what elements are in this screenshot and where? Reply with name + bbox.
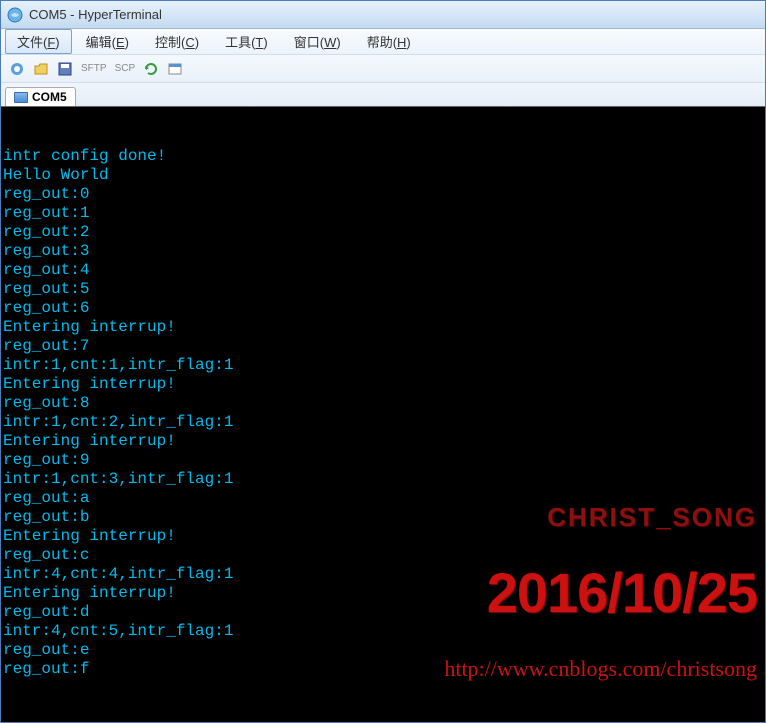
terminal-line: intr config done! <box>3 147 763 166</box>
tool-open-icon[interactable] <box>31 59 51 79</box>
titlebar: COM5 - HyperTerminal <box>1 1 765 29</box>
terminal-line: reg_out:1 <box>3 204 763 223</box>
terminal-line: intr:1,cnt:2,intr_flag:1 <box>3 413 763 432</box>
toolbar: SFTP SCP <box>1 55 765 83</box>
terminal-line: reg_out:a <box>3 489 763 508</box>
tab-com5[interactable]: COM5 <box>5 87 76 106</box>
app-window: COM5 - HyperTerminal 文件(F) 编辑(E) 控制(C) 工… <box>0 0 766 723</box>
terminal-line: reg_out:8 <box>3 394 763 413</box>
terminal-line: Entering interrup! <box>3 375 763 394</box>
menu-window[interactable]: 窗口(W) <box>282 29 353 54</box>
terminal-line: reg_out:e <box>3 641 763 660</box>
terminal-line: Entering interrup! <box>3 432 763 451</box>
terminal-line: reg_out:f <box>3 660 763 679</box>
terminal-line: intr:1,cnt:1,intr_flag:1 <box>3 356 763 375</box>
tab-label: COM5 <box>32 90 67 104</box>
window-title: COM5 - HyperTerminal <box>29 7 162 22</box>
menu-file[interactable]: 文件(F) <box>5 29 72 54</box>
terminal-line: intr:4,cnt:4,intr_flag:1 <box>3 565 763 584</box>
terminal-line: reg_out:b <box>3 508 763 527</box>
terminal-line: reg_out:4 <box>3 261 763 280</box>
tool-scp[interactable]: SCP <box>113 63 138 74</box>
terminal-line: reg_out:7 <box>3 337 763 356</box>
terminal-line: Entering interrup! <box>3 318 763 337</box>
terminal-line: reg_out:d <box>3 603 763 622</box>
terminal-line: reg_out:9 <box>3 451 763 470</box>
menu-tools[interactable]: 工具(T) <box>213 29 280 54</box>
terminal-line: Entering interrup! <box>3 584 763 603</box>
app-icon <box>7 7 23 23</box>
terminal-line: Entering interrup! <box>3 527 763 546</box>
tool-refresh-icon[interactable] <box>141 59 161 79</box>
terminal-line: intr:4,cnt:5,intr_flag:1 <box>3 622 763 641</box>
tool-new-icon[interactable] <box>7 59 27 79</box>
terminal-line: reg_out:0 <box>3 185 763 204</box>
terminal-output[interactable]: intr config done!Hello Worldreg_out:0reg… <box>1 107 765 722</box>
menu-edit[interactable]: 编辑(E) <box>74 29 141 54</box>
terminal-line: Hello World <box>3 166 763 185</box>
menu-control[interactable]: 控制(C) <box>143 29 211 54</box>
menubar: 文件(F) 编辑(E) 控制(C) 工具(T) 窗口(W) 帮助(H) <box>1 29 765 55</box>
tool-save-icon[interactable] <box>55 59 75 79</box>
terminal-line: intr:1,cnt:3,intr_flag:1 <box>3 470 763 489</box>
terminal-icon <box>14 92 28 103</box>
terminal-line: reg_out:3 <box>3 242 763 261</box>
terminal-line: reg_out:5 <box>3 280 763 299</box>
terminal-line: reg_out:c <box>3 546 763 565</box>
tool-properties-icon[interactable] <box>165 59 185 79</box>
tool-sftp[interactable]: SFTP <box>79 63 109 74</box>
menu-help[interactable]: 帮助(H) <box>355 29 423 54</box>
terminal-line: reg_out:2 <box>3 223 763 242</box>
tabbar: COM5 <box>1 83 765 107</box>
terminal-line: reg_out:6 <box>3 299 763 318</box>
